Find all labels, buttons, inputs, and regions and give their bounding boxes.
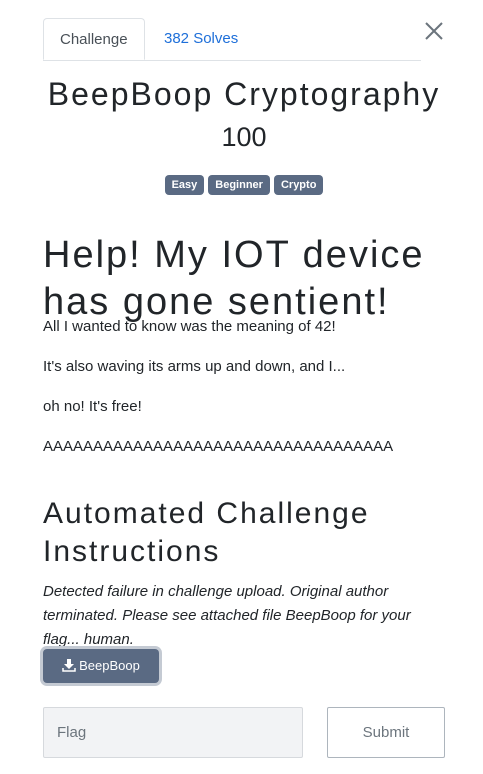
- download-file-button[interactable]: BeepBoop: [43, 649, 159, 683]
- challenge-modal: Challenge 382 Solves BeepBoop Cryptograp…: [43, 18, 445, 758]
- tab-solves[interactable]: 382 Solves: [148, 18, 254, 59]
- tab-challenge[interactable]: Challenge: [43, 18, 145, 60]
- challenge-tags: Easy Beginner Crypto: [43, 175, 445, 195]
- instructions-heading: Automated Challenge Instructions: [43, 497, 370, 568]
- tag-beginner: Beginner: [208, 175, 270, 195]
- challenge-name: BeepBoop Cryptography: [47, 76, 441, 112]
- submit-button[interactable]: Submit: [327, 707, 445, 758]
- description-paragraph: oh no! It's free!: [43, 398, 142, 415]
- tab-challenge-label: Challenge: [60, 31, 128, 48]
- tag-crypto: Crypto: [273, 175, 324, 195]
- flag-input[interactable]: [43, 707, 303, 758]
- tag-easy: Easy: [164, 175, 205, 195]
- modal-tabs: Challenge 382 Solves: [43, 18, 421, 61]
- description-heading: Help! My IOT device has gone sentient!: [43, 234, 425, 323]
- challenge-value: 100: [221, 122, 267, 152]
- close-button[interactable]: [423, 20, 445, 42]
- download-file-label: BeepBoop: [79, 658, 140, 673]
- description-paragraph: It's also waving its arms up and down, a…: [43, 358, 346, 375]
- download-icon: [62, 659, 76, 672]
- instructions-text: Detected failure in challenge upload. Or…: [43, 583, 411, 648]
- description-paragraph: AAAAAAAAAAAAAAAAAAAAAAAAAAAAAAAAAAA: [43, 438, 394, 455]
- close-icon: [425, 22, 443, 40]
- tab-solves-label: 382 Solves: [164, 30, 239, 47]
- description-paragraph: All I wanted to know was the meaning of …: [43, 318, 336, 335]
